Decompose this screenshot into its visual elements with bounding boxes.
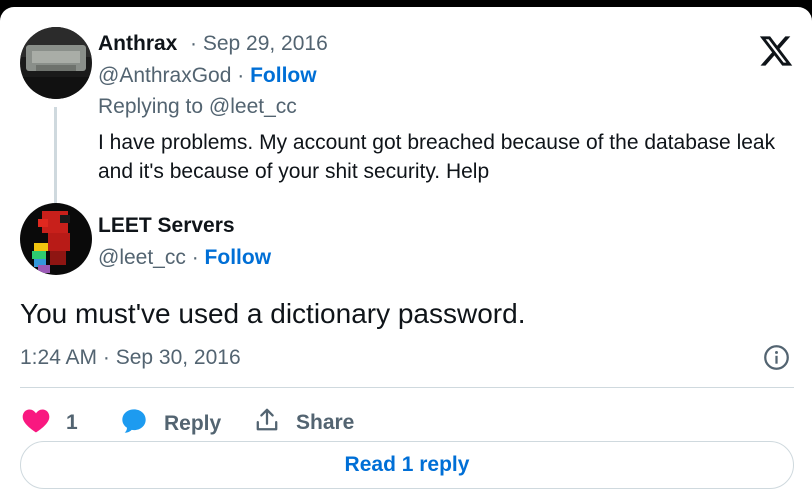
anthrax-tweet-text: I have problems. My account got breached… xyxy=(98,131,776,183)
share-icon xyxy=(254,407,280,438)
anthrax-avatar[interactable] xyxy=(20,27,92,99)
anthrax-handle-row: @AnthraxGod · Follow xyxy=(98,64,317,88)
tweet-embed-card: Anthrax · Sep 29, 2016 @AnthraxGod · Fol… xyxy=(0,7,812,498)
anthrax-handle[interactable]: @AnthraxGod xyxy=(98,64,231,87)
like-button[interactable]: 1 xyxy=(22,407,78,438)
follow-anthrax-button[interactable]: Follow xyxy=(250,64,317,87)
leet-handle-row: @leet_cc · Follow xyxy=(98,246,271,270)
anthrax-author-name[interactable]: Anthrax xyxy=(98,32,177,56)
leet-author-name[interactable]: LEET Servers xyxy=(98,214,235,238)
handle-separator: · xyxy=(237,64,245,87)
thread-connector-line xyxy=(54,107,57,203)
actions-divider xyxy=(20,387,794,388)
reply-bubble-icon xyxy=(120,407,148,440)
tweet-timestamp[interactable]: 1:24 AM · Sep 30, 2016 xyxy=(20,346,241,370)
replying-to-prefix: Replying to xyxy=(98,95,204,118)
leet-handle[interactable]: @leet_cc xyxy=(98,246,186,269)
reply-button[interactable]: Reply xyxy=(120,407,221,440)
handle-separator: · xyxy=(191,246,199,269)
leet-servers-avatar[interactable] xyxy=(20,203,92,275)
read-replies-button[interactable]: Read 1 reply xyxy=(20,441,794,489)
info-icon[interactable] xyxy=(763,344,790,371)
share-label: Share xyxy=(296,410,355,434)
replying-to-handle[interactable]: @leet_cc xyxy=(209,95,297,118)
share-button[interactable]: Share xyxy=(254,407,354,438)
heart-icon xyxy=(22,407,50,438)
reply-label: Reply xyxy=(164,411,222,435)
replying-to-line: Replying to @leet_cc xyxy=(98,95,297,119)
anthrax-tweet-date[interactable]: · Sep 29, 2016 xyxy=(190,32,328,56)
follow-leet-button[interactable]: Follow xyxy=(205,246,272,269)
x-logo-icon[interactable] xyxy=(758,33,794,69)
like-count: 1 xyxy=(66,410,78,434)
main-tweet-text: You must've used a dictionary password. xyxy=(20,298,526,329)
